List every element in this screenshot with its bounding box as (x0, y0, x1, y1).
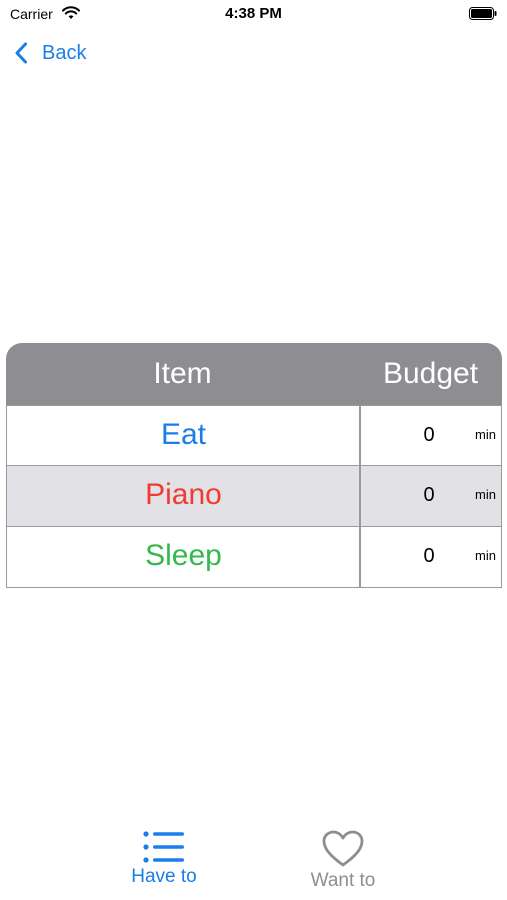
chevron-left-icon (15, 42, 27, 64)
budget-cell[interactable]: 0 min (361, 527, 501, 587)
tab-have-to-label: Have to (131, 866, 197, 887)
table-header: Item Budget (6, 343, 502, 405)
table-row-sleep[interactable]: Sleep 0 min (6, 527, 502, 588)
header-item: Item (153, 357, 212, 390)
table-row-piano[interactable]: Piano 0 min (6, 466, 502, 527)
status-bar: Carrier 4:38 PM (0, 0, 507, 28)
budget-value[interactable]: 0 (409, 527, 449, 587)
item-label: Piano (145, 478, 222, 511)
budget-value[interactable]: 0 (409, 406, 449, 465)
item-label: Sleep (145, 539, 222, 572)
budget-table: Item Budget Eat 0 min Piano 0 min Sleep … (6, 343, 502, 588)
clock: 4:38 PM (225, 5, 282, 22)
header-budget: Budget (382, 357, 479, 390)
budget-cell[interactable]: 0 min (361, 466, 501, 526)
budget-unit: min (475, 427, 496, 442)
back-label: Back (42, 41, 87, 64)
list-icon (143, 831, 184, 863)
budget-unit: min (475, 487, 496, 502)
tab-have-to[interactable]: Have to (84, 830, 244, 898)
item-label: Eat (160, 418, 207, 451)
budget-value[interactable]: 0 (409, 466, 449, 526)
budget-unit: min (475, 548, 496, 563)
budget-cell[interactable]: 0 min (361, 406, 501, 465)
tab-want-to[interactable]: Want to (263, 830, 423, 898)
battery-icon (469, 7, 497, 20)
tab-bar: Have to Want to (0, 820, 507, 900)
screen: Carrier 4:38 PM Back Item Budget Eat 0 m… (0, 0, 507, 900)
heart-icon (322, 830, 364, 867)
back-button[interactable]: Back (14, 38, 86, 68)
table-row-eat[interactable]: Eat 0 min (6, 405, 502, 466)
tab-want-to-label: Want to (310, 870, 376, 891)
